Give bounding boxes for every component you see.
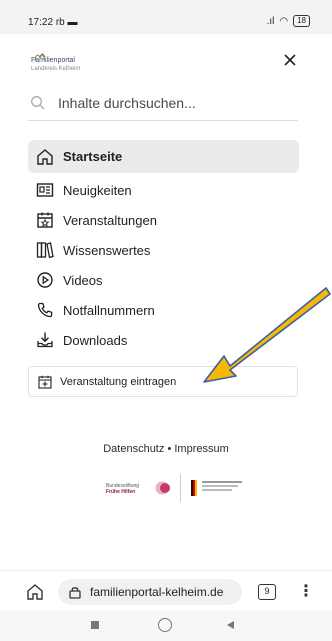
annotation-arrow-icon (203, 287, 331, 383)
url-bar[interactable]: familienportal-kelheim.de (58, 579, 242, 605)
nav-item-wissenswertes[interactable]: Wissenswertes (28, 235, 299, 265)
phone-icon (37, 302, 53, 318)
nav-item-label: Notfallnummern (63, 302, 155, 318)
nav-item-label: Startseite (63, 149, 123, 164)
nav-item-label: Neuigkeiten (63, 182, 132, 198)
play-icon (37, 272, 53, 288)
nav-item-label: Downloads (63, 332, 128, 348)
partner-divider (180, 474, 181, 502)
calendar-icon (37, 212, 53, 228)
home-nav-icon[interactable] (158, 618, 172, 632)
add-event-label: Veranstaltung eintragen (60, 375, 177, 388)
privacy-link[interactable]: Datenschutz (103, 443, 164, 455)
wifi-icon: ◠ (279, 15, 289, 27)
status-bar: 17:22 rb ▬ .ıl ◠ 18 (0, 0, 332, 34)
battery-icon: 18 (293, 15, 310, 27)
download-icon (37, 332, 53, 348)
footer-links: Datenschutz • Impressum (0, 443, 332, 455)
nav-item-label: Videos (63, 272, 103, 288)
close-button[interactable] (278, 50, 302, 74)
close-icon (284, 54, 296, 66)
footer-separator: • (167, 443, 172, 455)
nav-item-veranstaltungen[interactable]: Veranstaltungen (28, 205, 299, 235)
recent-apps-icon[interactable] (91, 621, 99, 629)
browser-home-icon[interactable] (26, 583, 44, 601)
nav-item-label: Wissenswertes (63, 242, 151, 258)
url-text: familienportal-kelheim.de (90, 585, 224, 599)
logo-text: Familienportal Landkreis Kelheim (31, 57, 81, 72)
home-icon (37, 148, 53, 165)
status-icons: .ıl ◠ 18 (267, 15, 310, 27)
calendar-add-icon (38, 375, 52, 389)
search-bar[interactable] (28, 85, 298, 121)
nav-item-label: Veranstaltungen (63, 212, 157, 228)
imprint-link[interactable]: Impressum (174, 443, 228, 455)
message-icon: ▬ (67, 17, 78, 28)
nav-item-startseite[interactable]: Startseite (28, 140, 299, 173)
partner-logo-ministry[interactable] (188, 475, 244, 501)
lock-icon (69, 587, 81, 599)
search-input[interactable] (58, 94, 288, 111)
browser-toolbar: familienportal-kelheim.de 9 ⋮ (0, 570, 332, 610)
system-nav-bar (0, 611, 332, 641)
back-icon[interactable] (225, 620, 235, 630)
browser-menu-icon[interactable]: ⋮ (298, 581, 314, 601)
partner-text: Bundesstiftung Frühe Hilfen (106, 483, 140, 495)
signal-icon: .ıl (266, 15, 275, 27)
books-icon (36, 242, 54, 259)
partner-logo-fruehe-hilfen[interactable]: Bundesstiftung Frühe Hilfen (106, 475, 176, 501)
partner-emblem-icon (155, 481, 170, 495)
tab-switcher-button[interactable]: 9 (258, 584, 276, 600)
federal-eagle-icon (191, 480, 197, 496)
newspaper-icon (36, 183, 54, 197)
status-time: 17:22 rb ▬ (28, 17, 78, 28)
nav-item-neuigkeiten[interactable]: Neuigkeiten (28, 175, 299, 205)
search-icon (31, 95, 45, 109)
